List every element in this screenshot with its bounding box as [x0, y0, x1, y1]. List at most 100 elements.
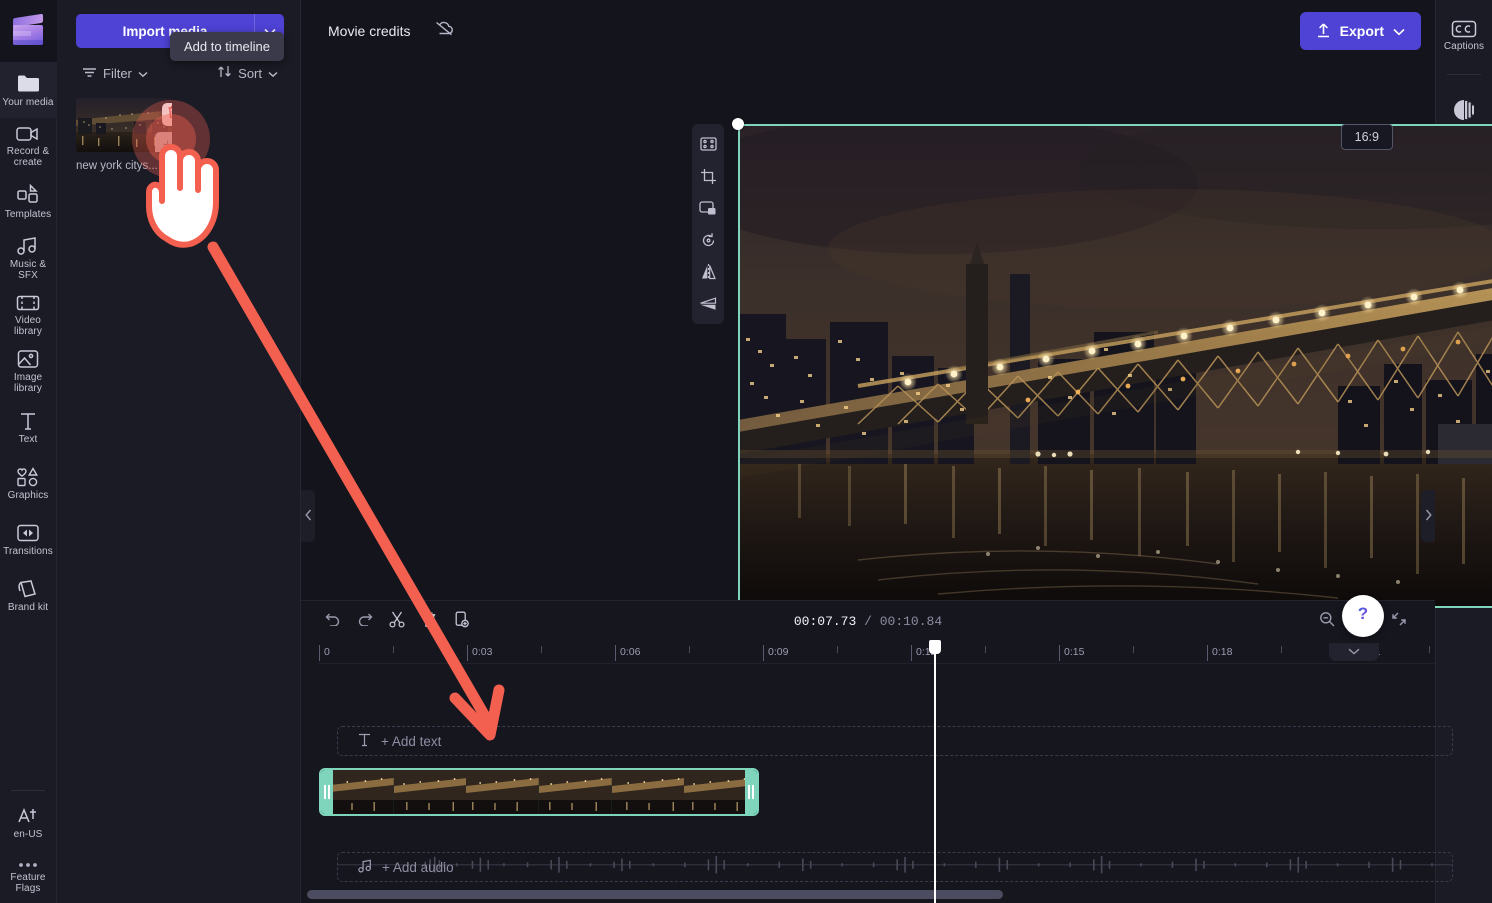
media-panel: Import media Filter Sort + new york city…: [57, 0, 301, 903]
sidebar-item-text[interactable]: Text: [0, 400, 57, 456]
chevron-down-icon: [1393, 23, 1405, 39]
fade-icon: [1452, 98, 1476, 122]
delete-button[interactable]: [415, 608, 443, 636]
sidebar-item-graphics[interactable]: Graphics: [0, 456, 57, 512]
redo-button[interactable]: [351, 608, 379, 636]
rotate-icon[interactable]: [692, 224, 724, 256]
split-button[interactable]: [383, 608, 411, 636]
sidebar-item-your-media[interactable]: Your media: [0, 62, 57, 118]
project-title[interactable]: Movie credits: [315, 16, 423, 46]
add-to-timeline-tooltip: Add to timeline: [170, 32, 284, 61]
closed-captions-icon: [1451, 20, 1477, 38]
add-audio-label: + Add audio: [382, 859, 454, 875]
pip-icon[interactable]: [692, 192, 724, 224]
folder-icon: [16, 72, 41, 94]
timeline-toolbar: 00:07.73 / 00:10.84: [301, 601, 1435, 642]
fit-timeline-button[interactable]: [1385, 608, 1413, 636]
clip-trim-handle-right[interactable]: [745, 770, 757, 814]
film-strip-icon: [16, 294, 40, 312]
duplicate-icon: [454, 611, 469, 633]
current-time: 00:07.73: [793, 614, 857, 629]
templates-grid-icon: [17, 183, 39, 206]
main-area: Movie credits Export 16:9 ? 00:07.73 / 0…: [301, 0, 1492, 903]
text-t-icon: [358, 733, 371, 750]
ruler-tick: 0: [319, 645, 330, 661]
image-icon: [17, 349, 39, 369]
sidebar-label: Video library: [14, 314, 42, 337]
sidebar-item-captions[interactable]: Captions: [1436, 8, 1492, 64]
timeline-clip[interactable]: [319, 768, 759, 816]
help-button[interactable]: ?: [1342, 595, 1384, 637]
media-thumbnail[interactable]: +: [76, 98, 172, 152]
ruler-tick: 0:12: [911, 645, 936, 661]
zoom-out-button[interactable]: [1313, 608, 1341, 636]
video-preview[interactable]: [732, 118, 1492, 614]
flip-vertical-icon[interactable]: [692, 288, 724, 320]
filter-button[interactable]: Filter: [76, 63, 154, 84]
sidebar-item-image-library[interactable]: Image library: [0, 343, 57, 400]
ellipsis-icon: [17, 861, 39, 869]
media-item[interactable]: + new york citys...: [76, 98, 172, 172]
ruler-minor-tick: [1281, 646, 1282, 653]
sidebar-item-language[interactable]: en-US: [0, 795, 57, 851]
add-to-timeline-button[interactable]: +: [155, 132, 172, 152]
timeline-scrollbar[interactable]: [307, 890, 1429, 899]
duplicate-button[interactable]: [447, 608, 475, 636]
timeline-tracks: + Add text + Add audio: [301, 664, 1453, 882]
undo-button[interactable]: [319, 608, 347, 636]
zoom-out-icon: [1319, 611, 1335, 632]
brand-kit-icon: [17, 579, 39, 599]
sidebar-item-music-sfx[interactable]: Music & SFX: [0, 230, 57, 287]
sidebar-item-record-create[interactable]: Record & create: [0, 118, 57, 174]
sidebar-label: Record & create: [6, 145, 50, 168]
filter-label: Filter: [103, 65, 132, 81]
sidebar-item-templates[interactable]: Templates: [0, 174, 57, 230]
collapse-timeline-button[interactable]: [1329, 643, 1379, 661]
delete-media-button[interactable]: [162, 103, 172, 126]
sort-label: Sort: [238, 65, 262, 81]
sidebar-item-video-library[interactable]: Video library: [0, 287, 57, 343]
resize-handle-top-left[interactable]: [732, 118, 744, 130]
total-time: 00:10.84: [879, 614, 943, 629]
music-note-icon: [358, 859, 372, 876]
chevron-left-icon: [304, 509, 312, 524]
language-icon: [17, 806, 39, 826]
timeline-ruler[interactable]: 0 0:03 0:06 0:09 0:12 0:15 0:18 0:21 0:2…: [319, 642, 1435, 664]
cloud-off-icon: [434, 21, 454, 41]
ruler-minor-tick: [393, 646, 394, 653]
export-label: Export: [1339, 23, 1384, 39]
sort-button[interactable]: Sort: [211, 62, 284, 84]
undo-arrow-icon: [325, 612, 341, 631]
sidebar-label: Transitions: [3, 546, 53, 557]
audio-waveform: [338, 856, 1452, 874]
chevron-right-icon: [1425, 509, 1432, 524]
sidebar-item-feature-flags[interactable]: Feature Flags: [0, 851, 57, 903]
text-t-icon: [18, 411, 38, 431]
scissors-icon: [389, 611, 405, 633]
collapse-right-panel-button[interactable]: [1421, 490, 1435, 542]
transitions-icon: [16, 523, 40, 543]
chevron-down-icon: [138, 66, 148, 81]
aspect-ratio-badge[interactable]: 16:9: [1340, 124, 1393, 150]
sync-status-button[interactable]: [429, 16, 459, 46]
sidebar-item-transitions[interactable]: Transitions: [0, 512, 57, 568]
sidebar-label: Text: [18, 434, 38, 445]
ruler-tick: 0:18: [1207, 645, 1232, 661]
ruler-minor-tick: [1429, 646, 1430, 653]
sidebar-item-brand-kit[interactable]: Brand kit: [0, 568, 57, 624]
fit-frame-icon[interactable]: [692, 128, 724, 160]
collapse-left-panel-button[interactable]: [301, 490, 315, 542]
add-text-track[interactable]: + Add text: [337, 726, 1453, 756]
app-logo[interactable]: [0, 0, 57, 62]
trash-icon: [422, 611, 437, 633]
add-audio-track[interactable]: + Add audio: [337, 852, 1453, 882]
timeline-scrollbar-thumb[interactable]: [307, 890, 1003, 899]
ruler-tick: 0:03: [467, 645, 492, 661]
sidebar-label: Templates: [4, 209, 52, 220]
clip-trim-handle-left[interactable]: [321, 770, 333, 814]
flip-horizontal-icon[interactable]: [692, 256, 724, 288]
sidebar-label: en-US: [13, 829, 43, 840]
crop-icon[interactable]: [692, 160, 724, 192]
export-button[interactable]: Export: [1299, 12, 1421, 50]
question-mark-icon: ?: [1352, 602, 1374, 631]
